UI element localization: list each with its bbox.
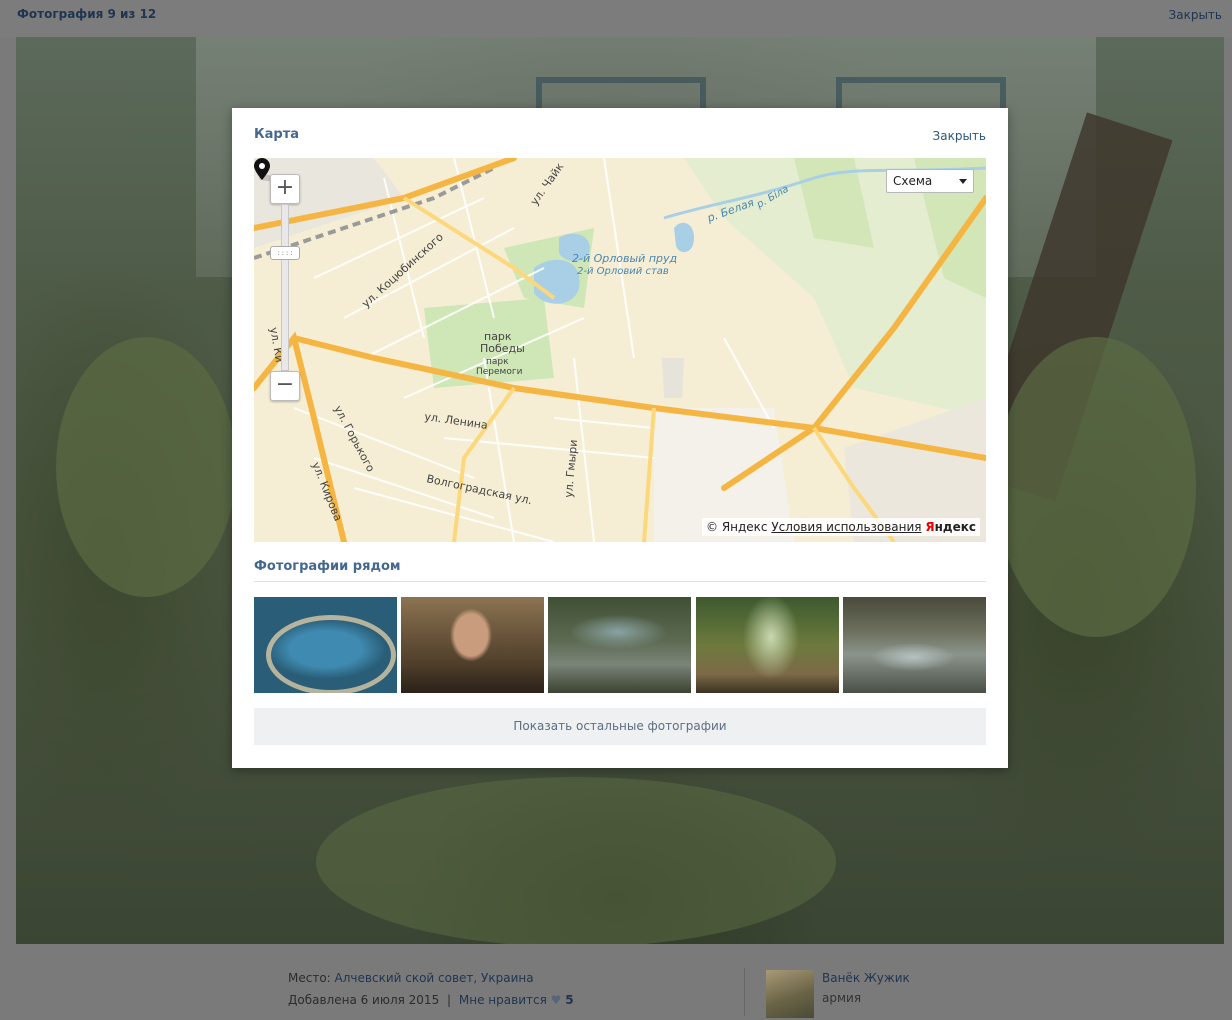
photo-place: Место: Алчевский ской совет, Украина bbox=[288, 971, 534, 985]
album-link[interactable]: армия bbox=[822, 991, 861, 1005]
photo-counter: Фотография 9 из 12 bbox=[17, 7, 157, 21]
photo-soldier-right bbox=[996, 337, 1196, 637]
nearby-photos-title: Фотографии рядом bbox=[254, 559, 401, 574]
map-modal: Карта Закрыть ул. Чайк ул. Коцюбинского … bbox=[232, 108, 1008, 768]
map-canvas: ул. Чайк ул. Коцюбинского р. Белая р. Бі… bbox=[254, 158, 986, 542]
terms-link[interactable]: Условия использования bbox=[771, 520, 921, 534]
zoom-in-button[interactable]: + bbox=[270, 174, 300, 204]
yandex-map[interactable]: ул. Чайк ул. Коцюбинского р. Белая р. Бі… bbox=[254, 158, 986, 542]
place-label: Место: bbox=[288, 971, 331, 985]
nearby-photo-thumb[interactable] bbox=[254, 597, 397, 693]
added-date: Добавлена 6 июля 2015 bbox=[288, 993, 440, 1007]
photo-meta: Добавлена 6 июля 2015 | Мне нравится ♥ 5 bbox=[288, 993, 574, 1007]
info-divider bbox=[744, 968, 745, 1016]
map-pin-icon[interactable] bbox=[254, 158, 270, 182]
show-more-photos-button[interactable]: Показать остальные фотографии bbox=[254, 708, 986, 745]
like-button[interactable]: Мне нравится bbox=[459, 993, 547, 1007]
map-label-park-3: парк bbox=[486, 357, 509, 367]
photo-info-bar bbox=[0, 944, 1232, 1020]
map-label-pond-1: 2-й Орловый пруд bbox=[572, 252, 677, 265]
nearby-divider bbox=[254, 581, 986, 582]
map-label-park-4: Перемоги bbox=[476, 367, 523, 377]
map-copyright: © Яндекс Условия использования Яндекс bbox=[702, 518, 980, 536]
map-label-pond-2: 2-й Орловий став bbox=[577, 266, 669, 277]
map-type-value: Схема bbox=[893, 174, 933, 188]
zoom-out-button[interactable]: − bbox=[270, 371, 300, 401]
nearby-photo-thumb[interactable] bbox=[401, 597, 544, 693]
map-label-park-2: Победы bbox=[480, 342, 525, 355]
viewer-header: Фотография 9 из 12 Закрыть bbox=[0, 0, 1232, 37]
viewer-close-link[interactable]: Закрыть bbox=[1169, 8, 1222, 22]
chevron-down-icon bbox=[959, 179, 967, 184]
zoom-slider-handle[interactable]: :::: bbox=[270, 246, 300, 260]
modal-title: Карта bbox=[254, 127, 300, 142]
zoom-slider-track[interactable] bbox=[281, 204, 289, 371]
place-link[interactable]: Алчевский ской совет, Украина bbox=[335, 971, 534, 985]
likes-count[interactable]: 5 bbox=[565, 993, 573, 1007]
nearby-photo-thumb[interactable] bbox=[548, 597, 691, 693]
nearby-photo-thumb[interactable] bbox=[696, 597, 839, 693]
author-name-link[interactable]: Ванёк Жужик bbox=[822, 971, 910, 985]
meta-separator: | bbox=[447, 993, 452, 1007]
author-avatar[interactable] bbox=[766, 970, 814, 1018]
copyright-text: © Яндекс bbox=[706, 520, 768, 534]
nearby-photo-thumb[interactable] bbox=[843, 597, 986, 693]
yandex-logo[interactable]: Яндекс bbox=[925, 520, 976, 534]
map-type-select[interactable]: Схема bbox=[886, 169, 974, 193]
photo-soldiers-bottom bbox=[316, 777, 836, 944]
modal-close-link[interactable]: Закрыть bbox=[933, 129, 986, 143]
photo-soldier-left bbox=[56, 337, 236, 597]
heart-icon[interactable]: ♥ bbox=[551, 993, 562, 1007]
